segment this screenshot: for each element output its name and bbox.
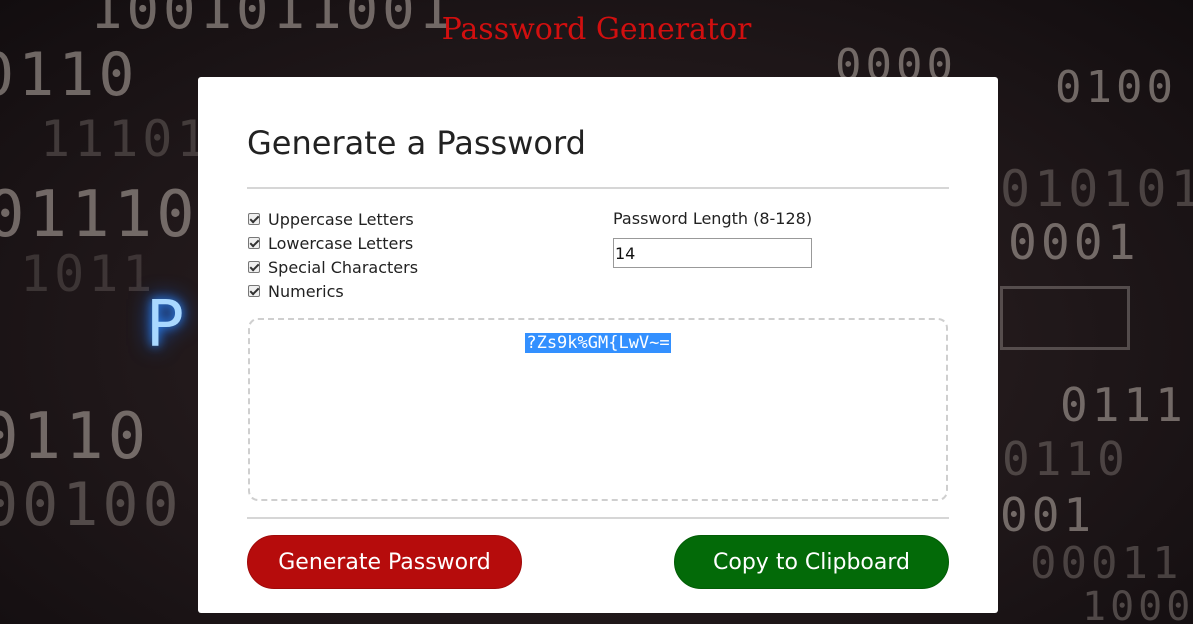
generate-password-button[interactable]: Generate Password	[247, 535, 522, 589]
password-text[interactable]: ?Zs9k%GM{LwV~=	[525, 333, 671, 353]
background-digits: 010101	[1000, 160, 1193, 218]
background-frame	[1000, 286, 1130, 350]
background-digits: 0100	[1055, 62, 1177, 113]
background-digits: 0001	[1008, 215, 1140, 271]
background-digits: 00011	[1030, 538, 1183, 589]
background-digits: 001	[1000, 488, 1096, 542]
background-digits: 0110	[1002, 432, 1129, 486]
character-options: Uppercase Letters Lowercase Letters Spec…	[247, 207, 418, 303]
background-digits: 1000	[1082, 584, 1193, 624]
option-lowercase[interactable]: Lowercase Letters	[247, 231, 418, 255]
length-group: Password Length (8-128)	[613, 207, 812, 268]
option-label: Lowercase Letters	[268, 233, 414, 253]
background-digits: 0110	[0, 40, 139, 110]
background-digits: 0111	[1060, 378, 1187, 432]
length-label: Password Length (8-128)	[613, 209, 813, 228]
page-heading: Password Generator	[441, 12, 752, 47]
option-label: Special Characters	[268, 257, 419, 277]
option-special[interactable]: Special Characters	[247, 255, 418, 279]
generator-card: Generate a Password Uppercase Letters Lo…	[198, 77, 998, 613]
uppercase-checkbox[interactable]	[248, 213, 260, 225]
copy-to-clipboard-button[interactable]: Copy to Clipboard	[674, 535, 949, 589]
background-digits: 1011	[20, 245, 157, 303]
top-divider	[247, 187, 949, 189]
option-uppercase[interactable]: Uppercase Letters	[247, 207, 418, 231]
numerics-checkbox[interactable]	[248, 285, 260, 297]
bottom-divider	[247, 517, 949, 519]
option-label: Numerics	[268, 281, 344, 301]
lowercase-checkbox[interactable]	[248, 237, 260, 249]
special-checkbox[interactable]	[248, 261, 260, 273]
option-numerics[interactable]: Numerics	[247, 279, 418, 303]
background-glow-letter: P	[146, 288, 185, 362]
background-digits: 01110	[0, 178, 199, 252]
password-output[interactable]: ?Zs9k%GM{LwV~=	[248, 318, 948, 501]
card-title: Generate a Password	[247, 124, 586, 162]
option-label: Uppercase Letters	[268, 209, 414, 229]
background-digits: 00100	[0, 470, 183, 540]
background-digits: 0110	[0, 400, 151, 474]
length-input[interactable]	[613, 238, 812, 268]
